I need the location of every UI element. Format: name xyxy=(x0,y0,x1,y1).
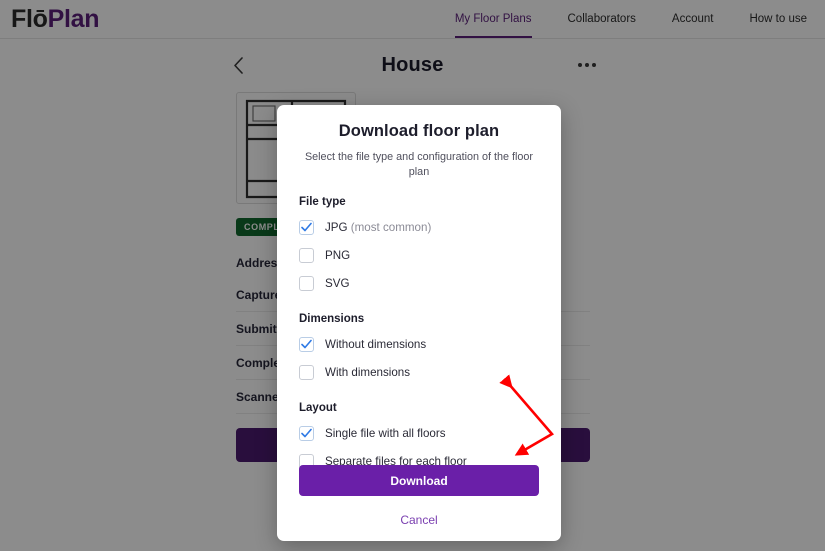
option-group-file-type: File type JPG (most common) PNG SVG xyxy=(299,196,539,296)
download-button[interactable]: Download xyxy=(299,465,539,496)
option-label: With dimensions xyxy=(325,365,411,379)
checkbox-unchecked-icon[interactable] xyxy=(299,247,314,263)
modal-subtitle: Select the file type and configuration o… xyxy=(304,151,534,178)
download-floor-plan-modal: Download floor plan Select the file type… xyxy=(277,105,561,541)
option-group-dimensions: Dimensions Without dimensions With dimen… xyxy=(299,313,539,385)
modal-footer: Download Cancel xyxy=(277,465,561,541)
app-root: FlōPlan My Floor Plans Collaborators Acc… xyxy=(0,0,825,551)
modal-title: Download floor plan xyxy=(338,122,500,140)
option-group-layout: Layout Single file with all floors Separ… xyxy=(299,402,539,474)
option-single-file-all-floors[interactable]: Single file with all floors xyxy=(299,420,539,446)
option-label: PNG xyxy=(325,248,351,262)
group-title: Dimensions xyxy=(299,313,365,326)
group-title: Layout xyxy=(299,402,337,415)
checkbox-unchecked-icon[interactable] xyxy=(299,364,314,380)
option-label: SVG xyxy=(325,276,350,290)
option-label: Without dimensions xyxy=(325,337,427,351)
checkbox-checked-icon[interactable] xyxy=(299,336,314,352)
option-file-type-png[interactable]: PNG xyxy=(299,242,539,268)
option-file-type-svg[interactable]: SVG xyxy=(299,270,539,296)
option-file-type-jpg[interactable]: JPG (most common) xyxy=(299,214,539,240)
option-label: Single file with all floors xyxy=(325,426,446,440)
option-without-dimensions[interactable]: Without dimensions xyxy=(299,331,539,357)
cancel-button[interactable]: Cancel xyxy=(299,513,539,527)
checkbox-unchecked-icon[interactable] xyxy=(299,275,314,291)
option-label: JPG (most common) xyxy=(325,220,432,234)
checkbox-checked-icon[interactable] xyxy=(299,425,314,441)
option-with-dimensions[interactable]: With dimensions xyxy=(299,359,539,385)
checkbox-checked-icon[interactable] xyxy=(299,219,314,235)
group-title: File type xyxy=(299,196,346,209)
